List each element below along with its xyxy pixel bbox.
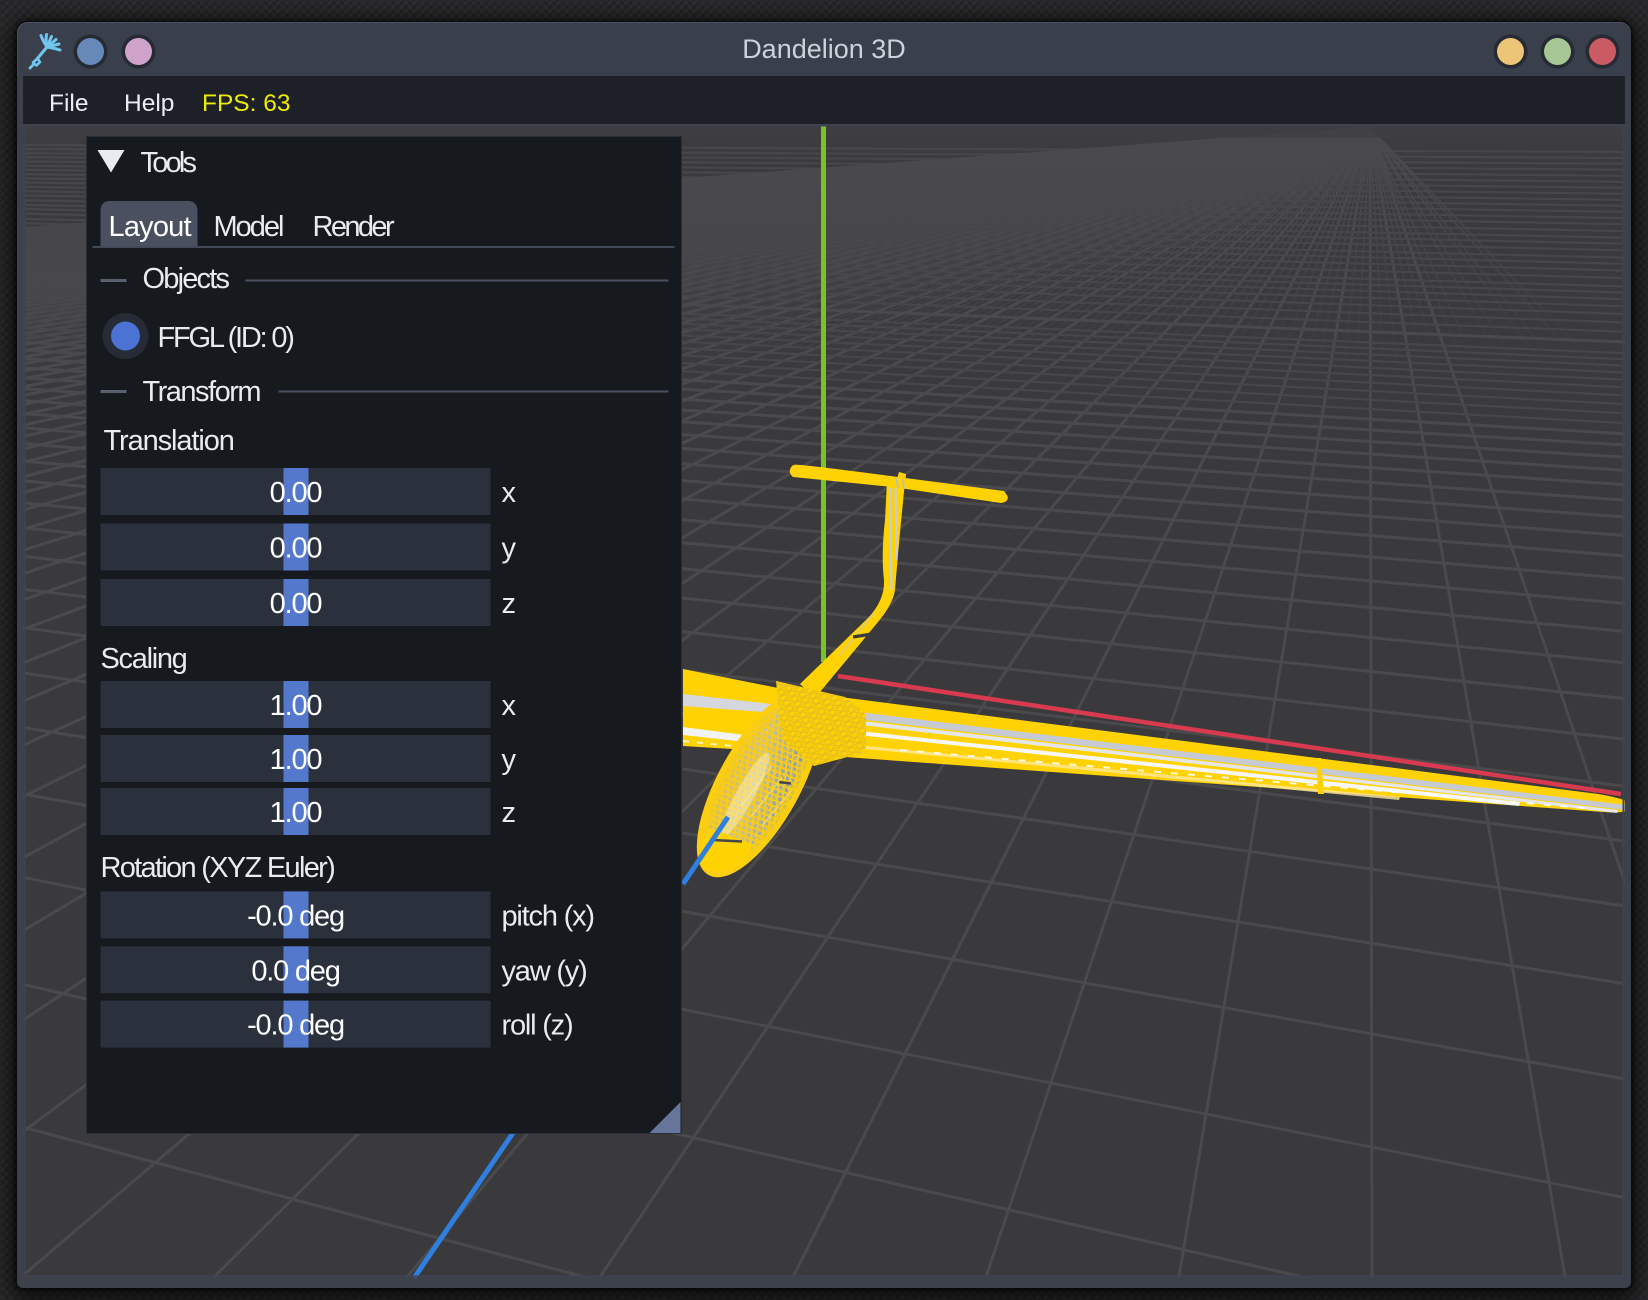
svg-text:z: z [501,588,515,620]
svg-text:-0.0 deg: -0.0 deg [247,900,344,932]
svg-text:0.00: 0.00 [269,477,321,509]
svg-text:y: y [501,744,516,776]
svg-text:0.00: 0.00 [269,533,321,565]
svg-text:Layout: Layout [108,211,191,243]
svg-text:Rotation (XYZ Euler): Rotation (XYZ Euler) [100,852,334,884]
svg-text:Render: Render [312,211,394,243]
svg-text:Objects: Objects [142,263,229,295]
svg-text:-0.0 deg: -0.0 deg [247,1010,344,1042]
svg-text:Transform: Transform [142,376,260,408]
svg-text:1.00: 1.00 [269,690,321,722]
svg-text:Translation: Translation [103,425,233,457]
svg-text:y: y [501,533,516,565]
svg-text:Model: Model [213,211,283,243]
svg-text:roll (z): roll (z) [501,1010,572,1042]
svg-text:z: z [501,797,515,829]
svg-text:x: x [501,477,516,509]
svg-text:Tools: Tools [140,147,196,179]
svg-text:yaw (y): yaw (y) [501,955,586,987]
svg-text:0.00: 0.00 [269,588,321,620]
svg-text:x: x [501,690,516,722]
svg-text:Scaling: Scaling [100,643,186,675]
svg-text:FFGL (ID: 0): FFGL (ID: 0) [157,322,293,354]
svg-text:1.00: 1.00 [269,744,321,776]
svg-text:pitch (x): pitch (x) [501,900,593,932]
svg-text:0.0 deg: 0.0 deg [251,955,339,987]
svg-text:1.00: 1.00 [269,797,321,829]
